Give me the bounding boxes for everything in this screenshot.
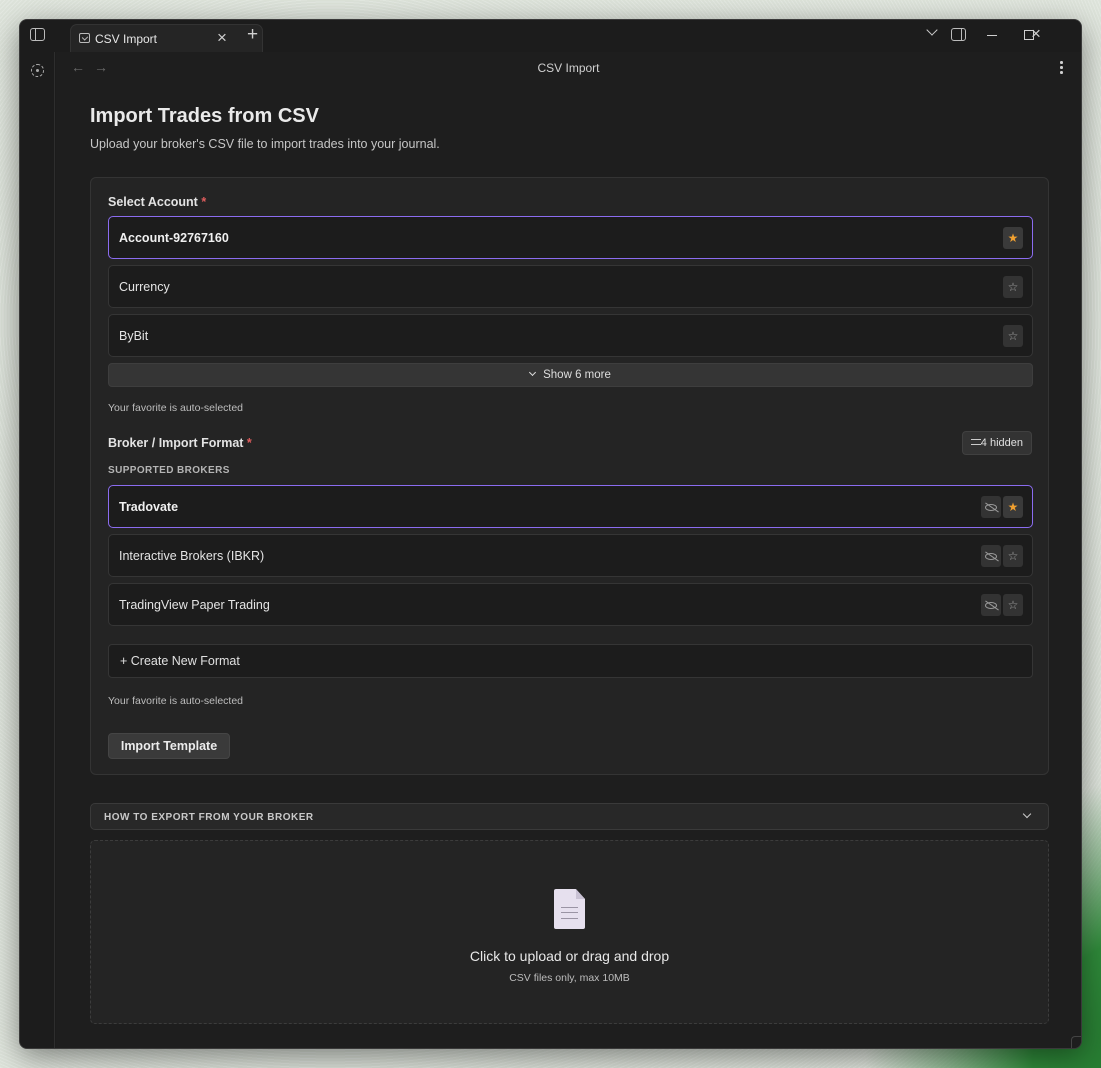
hide-eye-icon[interactable]	[981, 496, 1001, 518]
export-help-title: HOW TO EXPORT FROM YOUR BROKER	[104, 812, 314, 823]
view-header: ← → CSV Import	[56, 52, 1081, 84]
required-marker: *	[246, 436, 252, 450]
broker-name: Interactive Brokers (IBKR)	[119, 549, 265, 563]
account-name: ByBit	[119, 329, 149, 343]
import-icon	[79, 33, 90, 43]
required-marker: *	[201, 195, 207, 209]
more-options-icon[interactable]	[1060, 61, 1063, 76]
select-account-label: Select Account *	[108, 195, 207, 209]
broker-option[interactable]: Tradovate ★	[108, 485, 1033, 528]
tab-close-icon[interactable]: ×	[217, 28, 227, 48]
new-tab-button[interactable]: +	[247, 25, 258, 44]
sliders-icon	[971, 438, 981, 447]
import-template-button[interactable]: Import Template	[108, 733, 230, 759]
favorite-star-icon[interactable]: ★	[1003, 227, 1023, 249]
page-subtitle: Upload your broker's CSV file to import …	[90, 137, 440, 151]
create-new-format-button[interactable]: + Create New Format	[108, 644, 1033, 678]
minimize-icon[interactable]	[987, 35, 997, 36]
account-hint: Your favorite is auto-selected	[108, 402, 244, 414]
account-option[interactable]: ByBit ☆	[108, 314, 1033, 357]
account-option[interactable]: Currency ☆	[108, 265, 1033, 308]
broker-name: Tradovate	[119, 500, 179, 514]
page-title: Import Trades from CSV	[90, 105, 319, 127]
star-outline-icon[interactable]: ☆	[1003, 276, 1023, 298]
show-more-accounts-button[interactable]: Show 6 more	[108, 363, 1033, 387]
star-outline-icon[interactable]: ☆	[1003, 594, 1023, 616]
broker-name: TradingView Paper Trading	[119, 598, 270, 612]
broker-hint: Your favorite is auto-selected	[108, 695, 244, 707]
title-bar: CSV Import × + ×	[20, 20, 1081, 52]
supported-brokers-caption: SUPPORTED BROKERS	[108, 465, 230, 476]
chevron-down-icon[interactable]	[926, 24, 938, 36]
favorite-star-icon[interactable]: ★	[1003, 496, 1023, 518]
star-outline-icon[interactable]: ☆	[1003, 545, 1023, 567]
import-settings-card: Select Account * Account-92767160 ★ Curr…	[90, 177, 1049, 775]
chevron-down-icon	[529, 368, 537, 377]
broker-option[interactable]: TradingView Paper Trading ☆	[108, 583, 1033, 626]
hidden-formats-button[interactable]: 4 hidden	[962, 431, 1032, 455]
right-sidebar-toggle-icon[interactable]	[951, 28, 966, 41]
export-help-accordion[interactable]: HOW TO EXPORT FROM YOUR BROKER	[90, 803, 1049, 830]
account-name: Account-92767160	[119, 231, 229, 245]
resize-grip[interactable]	[1071, 1036, 1081, 1048]
tab-title: CSV Import	[95, 32, 158, 46]
broker-option[interactable]: Interactive Brokers (IBKR) ☆	[108, 534, 1033, 577]
star-outline-icon[interactable]: ☆	[1003, 325, 1023, 347]
graph-view-icon[interactable]	[31, 64, 44, 77]
hide-eye-icon[interactable]	[981, 594, 1001, 616]
chevron-down-icon	[1022, 809, 1032, 819]
close-window-icon[interactable]: ×	[1031, 25, 1041, 42]
account-name: Currency	[119, 280, 170, 294]
account-option[interactable]: Account-92767160 ★	[108, 216, 1033, 259]
left-ribbon	[20, 52, 55, 1048]
tab-csv-import[interactable]: CSV Import ×	[70, 24, 263, 52]
upload-constraints: CSV files only, max 10MB	[509, 972, 630, 984]
csv-upload-dropzone[interactable]: Click to upload or drag and drop CSV fil…	[90, 840, 1049, 1024]
hide-eye-icon[interactable]	[981, 545, 1001, 567]
broker-format-label: Broker / Import Format *	[108, 436, 252, 450]
app-window: CSV Import × + × ← → CSV Import Import T…	[19, 19, 1082, 1049]
view-title: CSV Import	[537, 61, 600, 75]
upload-instruction: Click to upload or drag and drop	[469, 948, 670, 964]
main-content: ← → CSV Import Import Trades from CSV Up…	[56, 52, 1081, 1048]
sidebar-toggle-icon[interactable]	[30, 28, 45, 41]
